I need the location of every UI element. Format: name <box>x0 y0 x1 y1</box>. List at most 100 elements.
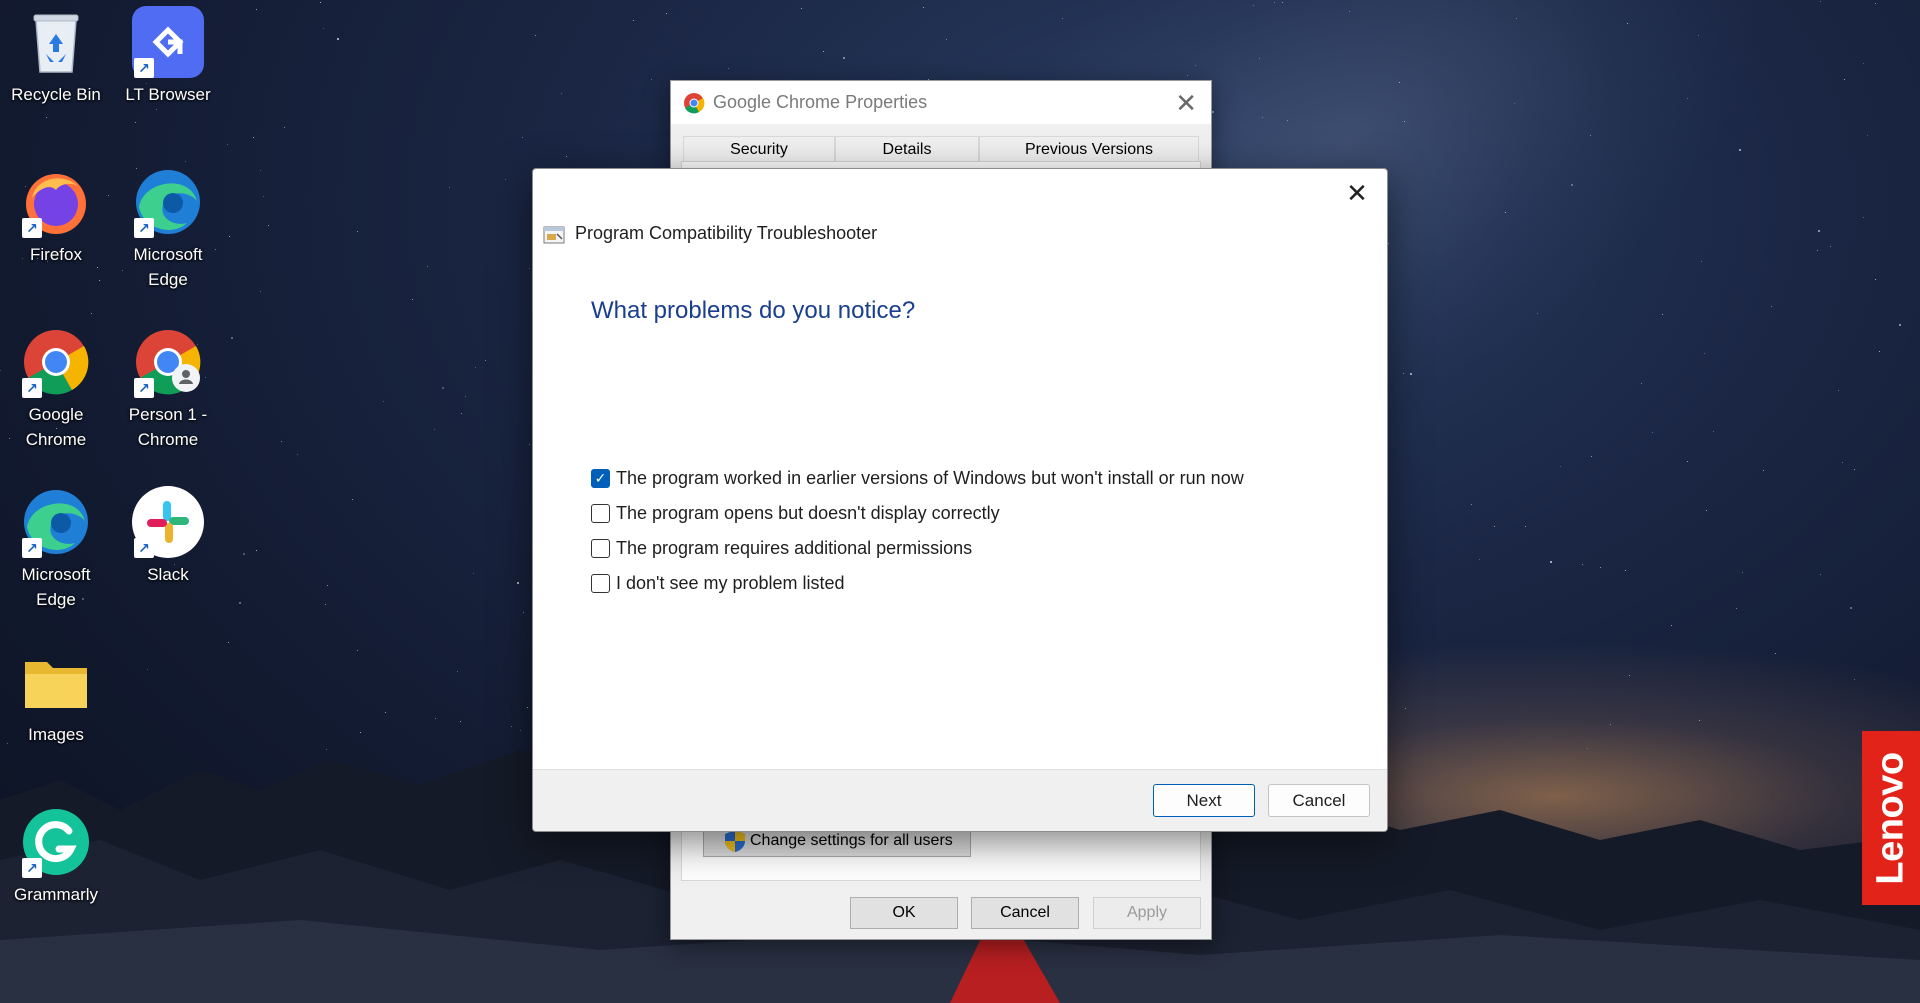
star <box>1704 353 1705 354</box>
star <box>108 195 109 196</box>
star <box>1771 306 1772 307</box>
slack-icon: ↗ <box>132 486 204 558</box>
close-icon[interactable]: ✕ <box>1341 177 1373 209</box>
tab-security[interactable]: Security <box>683 136 835 162</box>
star <box>1590 135 1591 136</box>
star <box>475 367 476 368</box>
lt-browser-icon: ↗ <box>132 6 204 78</box>
star <box>1399 82 1400 83</box>
star <box>1591 456 1592 457</box>
desktop-icon-label: LT Browser <box>125 85 211 104</box>
star <box>1844 79 1845 80</box>
star <box>1471 504 1472 505</box>
desktop-icon-person1-chrome[interactable]: ↗ Person 1 - Chrome <box>116 326 220 452</box>
desktop-icon-microsoft-edge-2[interactable]: ↗ Microsoft Edge <box>4 486 108 612</box>
shortcut-arrow-icon: ↗ <box>22 378 42 398</box>
star <box>1763 470 1764 471</box>
tab-details[interactable]: Details <box>835 136 979 162</box>
star <box>1582 564 1583 565</box>
star <box>529 268 530 269</box>
star <box>1525 526 1526 527</box>
star <box>91 313 92 314</box>
troubleshooter-dialog[interactable]: ✕ Program Compatibility Troubleshooter W… <box>532 168 1388 832</box>
star <box>728 68 729 69</box>
tab-previous-versions[interactable]: Previous Versions <box>979 136 1199 162</box>
shortcut-arrow-icon: ↗ <box>134 58 154 78</box>
star <box>434 429 435 430</box>
star <box>1879 351 1880 352</box>
desktop-icon-grammarly[interactable]: ↗ Grammarly <box>4 806 108 907</box>
star <box>517 582 519 584</box>
desktop-icon-images[interactable]: Images <box>4 646 108 747</box>
desktop-icon-label: Images <box>28 725 84 744</box>
star <box>1195 65 1196 66</box>
chrome-profile-icon: ↗ <box>132 326 204 398</box>
star <box>1062 18 1063 19</box>
star <box>1212 111 1214 113</box>
star <box>97 267 98 268</box>
option-label: The program requires additional permissi… <box>616 538 973 558</box>
star <box>1842 462 1843 463</box>
star <box>260 291 261 292</box>
star <box>1863 217 1864 218</box>
problem-option-display[interactable]: The program opens but doesn't display co… <box>591 496 1244 531</box>
ok-button[interactable]: OK <box>850 897 958 929</box>
lenovo-badge: Lenovo <box>1862 731 1920 905</box>
shortcut-arrow-icon: ↗ <box>22 858 42 878</box>
star <box>1571 184 1573 186</box>
desktop-icon-lt-browser[interactable]: ↗ LT Browser <box>116 6 220 107</box>
star <box>1262 117 1263 118</box>
problem-option-permissions[interactable]: The program requires additional permissi… <box>591 531 1244 566</box>
problem-option-install-run[interactable]: ✓ The program worked in earlier versions… <box>591 461 1244 496</box>
star <box>325 604 326 605</box>
desktop-icon-slack[interactable]: ↗ Slack <box>116 486 220 587</box>
close-icon[interactable]: ✕ <box>1175 88 1197 119</box>
star <box>1388 243 1389 244</box>
next-button[interactable]: Next <box>1153 784 1255 817</box>
star <box>99 280 100 281</box>
cancel-button[interactable]: Cancel <box>1268 784 1370 817</box>
star <box>0 370 1 371</box>
star <box>946 39 947 40</box>
star <box>1736 608 1737 609</box>
problem-option-not-listed[interactable]: I don't see my problem listed <box>591 566 1244 601</box>
shortcut-arrow-icon: ↗ <box>22 218 42 238</box>
properties-titlebar[interactable]: Google Chrome Properties ✕ <box>671 81 1211 124</box>
properties-title: Google Chrome Properties <box>713 92 928 112</box>
star <box>1863 63 1864 64</box>
star <box>1187 75 1188 76</box>
star <box>1560 466 1561 467</box>
option-label: The program opens but doesn't display co… <box>616 503 1000 523</box>
properties-tab-strip: Security Details Previous Versions <box>683 136 1199 162</box>
desktop-icon-google-chrome[interactable]: ↗ Google Chrome <box>4 326 108 452</box>
star <box>535 35 536 36</box>
checkbox-unchecked-icon[interactable] <box>591 504 610 523</box>
checkbox-unchecked-icon[interactable] <box>591 574 610 593</box>
chrome-icon: ↗ <box>20 326 92 398</box>
checkbox-checked-icon[interactable]: ✓ <box>591 469 610 488</box>
star <box>1875 3 1876 4</box>
checkbox-unchecked-icon[interactable] <box>591 539 610 558</box>
star <box>520 730 521 731</box>
star <box>1259 58 1260 59</box>
star <box>320 2 321 3</box>
desktop-icon-microsoft-edge[interactable]: ↗ Microsoft Edge <box>116 166 220 292</box>
star <box>412 299 413 300</box>
desktop-icon-firefox[interactable]: ↗ Firefox <box>4 166 108 267</box>
star <box>327 585 328 586</box>
apply-button[interactable]: Apply <box>1093 897 1201 929</box>
star <box>473 573 474 574</box>
grammarly-icon: ↗ <box>20 806 92 878</box>
cancel-button[interactable]: Cancel <box>971 897 1079 929</box>
star <box>1479 559 1480 560</box>
star <box>511 726 512 727</box>
star <box>1739 149 1741 151</box>
star <box>228 642 229 643</box>
shortcut-arrow-icon: ↗ <box>134 378 154 398</box>
desktop-icon-recycle-bin[interactable]: Recycle Bin <box>4 6 108 107</box>
option-label: I don't see my problem listed <box>616 573 845 593</box>
desktop-icon-label: Recycle Bin <box>11 85 101 104</box>
shortcut-arrow-icon: ↗ <box>134 218 154 238</box>
desktop-icon-label: Slack <box>147 565 189 584</box>
star <box>1600 567 1601 568</box>
